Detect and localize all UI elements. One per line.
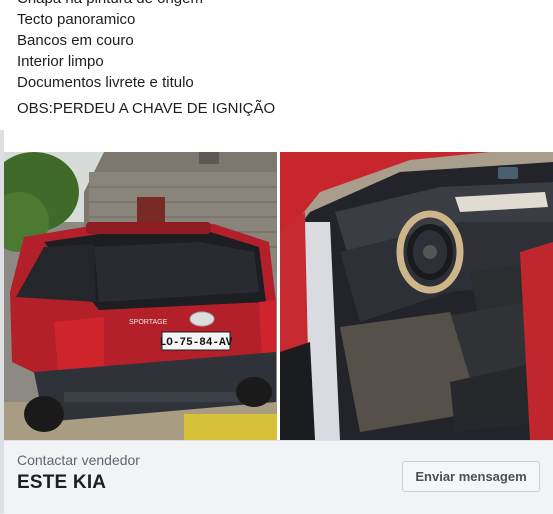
description-line: Interior limpo: [17, 53, 104, 70]
photo-car-interior[interactable]: [280, 152, 553, 440]
obs-note: OBS:PERDEU A CHAVE DE IGNIÇÃO: [17, 100, 276, 117]
contact-footer: Contactar vendedor ESTE KIA Enviar mensa…: [4, 440, 553, 514]
photo-grid: LO-75-84-AV SPORTAGE: [4, 152, 553, 440]
license-plate: LO-75-84-AV: [160, 337, 233, 349]
contact-seller-label: Contactar vendedor: [17, 452, 140, 468]
listing-description: Chapa na pintura de origem Tecto panoram…: [17, 0, 543, 119]
marketplace-post: Chapa na pintura de origem Tecto panoram…: [0, 0, 553, 514]
description-line: Documentos livrete e titulo: [17, 74, 194, 91]
listing-title: ESTE KIA: [17, 472, 107, 493]
description-line: Bancos em couro: [17, 32, 134, 49]
model-badge: SPORTAGE: [129, 319, 168, 326]
description-line: Tecto panoramico: [17, 11, 136, 28]
description-line: Chapa na pintura de origem: [17, 0, 543, 9]
send-message-button[interactable]: Enviar mensagem: [402, 461, 540, 492]
photo-car-rear[interactable]: LO-75-84-AV SPORTAGE: [4, 152, 277, 440]
